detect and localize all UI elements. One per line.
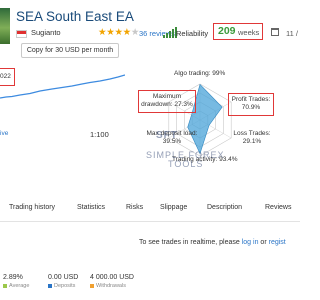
tab-description[interactable]: Description	[207, 204, 242, 211]
realtime-prefix: To see trades in realtime, please	[139, 239, 240, 246]
star-icon: ★	[98, 26, 107, 38]
chart-date-label: 022	[0, 73, 11, 80]
reliability-bars-icon	[163, 27, 177, 38]
tab-risks[interactable]: Risks	[126, 204, 143, 211]
loss-trades-text: Loss Trades: 29.1%	[233, 130, 271, 145]
profit-trades-text: Profit Trades: 70.9%	[231, 96, 271, 111]
calendar-icon	[271, 28, 279, 36]
average-color-swatch	[3, 283, 7, 288]
product-title: SEA South East EA	[16, 9, 134, 24]
stat-deposits-value: 0.00 USD	[48, 274, 79, 281]
copy-subscription-button[interactable]: Copy for 30 USD per month	[21, 43, 119, 58]
deposits-color-swatch	[48, 283, 52, 288]
star-half-icon: ★	[122, 26, 132, 38]
tab-slippage[interactable]: Slippage	[160, 204, 187, 211]
realtime-prompt: To see trades in realtime, please log in…	[139, 239, 286, 246]
tab-trading-history[interactable]: Trading history	[9, 204, 55, 211]
growth-line	[0, 74, 125, 99]
tab-statistics[interactable]: Statistics	[77, 204, 105, 211]
author-link[interactable]: Sugianto	[31, 28, 61, 37]
stat-deposits-label: Deposits	[54, 283, 76, 289]
tab-reviews[interactable]: Reviews	[265, 204, 291, 211]
radar-label-drawdown: Maximum drawdown: 27.3%	[141, 93, 193, 109]
rating-stars[interactable]: ★★★★★	[98, 27, 139, 38]
star-icon: ★	[114, 26, 123, 38]
register-link[interactable]: regist	[269, 239, 286, 246]
radar-label-profit: Profit Trades: 70.9%	[230, 96, 272, 112]
watermark-logo: SFT	[156, 130, 178, 141]
ea-thumbnail[interactable]	[0, 8, 10, 44]
withdrawals-color-swatch	[90, 283, 94, 288]
stat-average-value: 2.89%	[3, 274, 23, 281]
live-link[interactable]: ive	[0, 130, 8, 137]
stat-withdrawals-label: Withdrawals	[96, 283, 126, 289]
weeks-value: 209	[218, 25, 236, 37]
growth-chart	[0, 74, 125, 99]
drawdown-text: Maximum drawdown: 27.3%	[141, 93, 193, 108]
login-link[interactable]: log in	[242, 239, 259, 246]
radar-label-algo: Algo trading: 99%	[174, 70, 226, 77]
realtime-or: or	[260, 239, 267, 246]
stat-average-label: Average	[9, 283, 30, 289]
tab-bar: Trading history Statistics Risks Slippag…	[0, 195, 300, 222]
indonesia-flag-icon	[16, 30, 27, 38]
watermark-line3: TOOLS	[168, 159, 204, 169]
star-empty-icon: ★	[130, 26, 140, 38]
weeks-label: weeks	[238, 28, 260, 37]
extra-stat: 11 /	[286, 28, 298, 38]
leverage-label: 1:100	[90, 130, 109, 139]
radar-label-loss: Loss Trades: 29.1%	[230, 130, 274, 146]
stat-withdrawals-value: 4 000.00 USD	[90, 274, 134, 281]
reliability-label: Reliability	[176, 28, 209, 38]
